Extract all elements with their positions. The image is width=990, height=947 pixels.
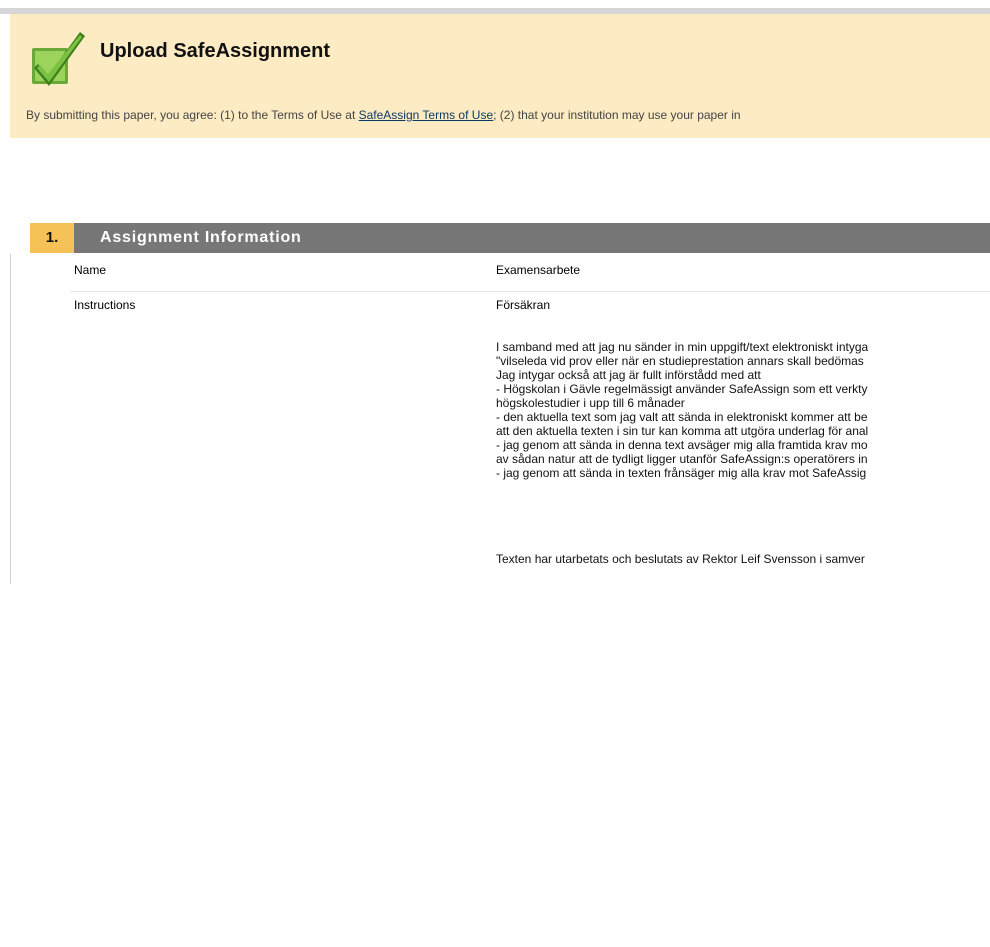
step-number: 1. [30, 223, 74, 253]
page-header: Upload SafeAssignment By submitting this… [10, 14, 990, 138]
name-label: Name [74, 263, 107, 277]
instructions-line: - den aktuella text som jag valt att sän… [496, 410, 868, 424]
instructions-line: Jag intygar också att jag är fullt inför… [496, 368, 761, 382]
notice-prefix: By submitting this paper, you agree: (1)… [26, 108, 359, 122]
green-checkmark-icon [32, 32, 85, 86]
instructions-line: I samband med att jag nu sänder in min u… [496, 340, 869, 354]
terms-of-use-link[interactable]: SafeAssign Terms of Use [359, 108, 494, 122]
instructions-heading: Försäkran [496, 298, 551, 312]
name-value: Examensarbete [496, 263, 581, 277]
instructions-footer-line: Texten har utarbetats och beslutats av R… [496, 552, 865, 566]
instructions-line: högskolestudier i upp till 6 månader [496, 396, 685, 410]
step-title: Assignment Information [74, 223, 990, 253]
step-header-assignment-information: 1. Assignment Information [30, 223, 990, 253]
field-row-instructions: Instructions Försäkran [70, 298, 990, 318]
instructions-line: att den aktuella texten i sin tur kan ko… [496, 424, 869, 438]
page-title: Upload SafeAssignment [100, 40, 331, 62]
instructions-body: I samband med att jag nu sänder in min u… [496, 340, 990, 480]
instructions-line: - jag genom att sända in texten frånsäge… [496, 466, 867, 480]
left-divider [10, 254, 11, 584]
notice-suffix: ; (2) that your institution may use your… [493, 108, 741, 122]
terms-notice: By submitting this paper, you agree: (1)… [26, 108, 741, 122]
field-row-name: Name Examensarbete [70, 263, 990, 292]
instructions-line: - Högskolan i Gävle regelmässigt använde… [496, 382, 868, 396]
instructions-label: Instructions [74, 298, 136, 312]
instructions-footer: Texten har utarbetats och beslutats av R… [496, 552, 990, 566]
instructions-line: - jag genom att sända in denna text avsä… [496, 438, 868, 452]
instructions-line: av sådan natur att de tydligt ligger uta… [496, 452, 868, 466]
instructions-line: "vilseleda vid prov eller när en studiep… [496, 354, 864, 368]
